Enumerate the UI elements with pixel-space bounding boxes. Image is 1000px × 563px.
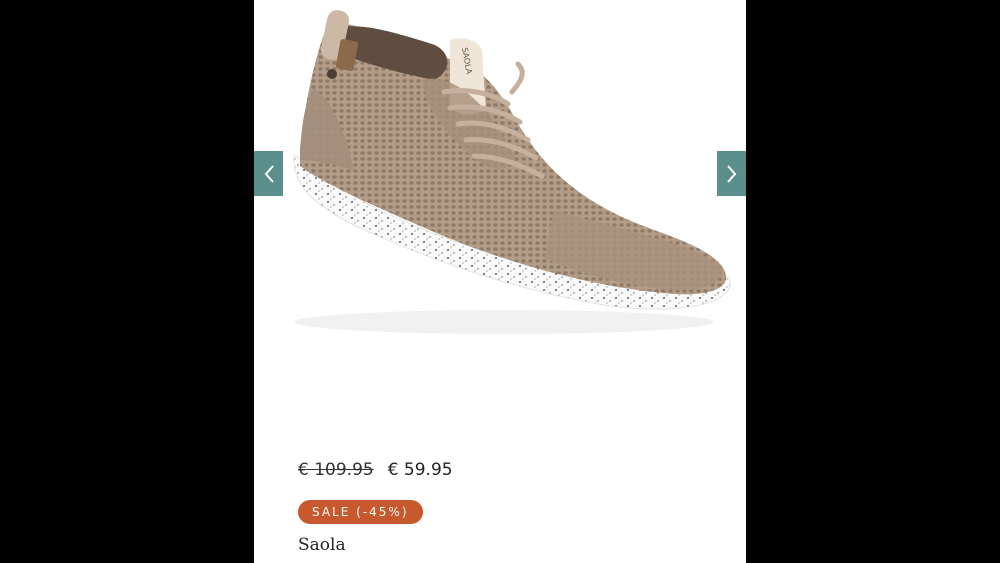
next-image-button[interactable]: [717, 151, 746, 196]
price-row: € 109.95 € 59.95: [298, 460, 453, 480]
sale-badge: SALE (-45%): [298, 500, 423, 524]
brand-name[interactable]: Saola: [298, 535, 346, 555]
previous-image-button[interactable]: [254, 151, 283, 196]
product-card[interactable]: SAOLA € 109.95 € 59.95 SALE (-45%) Saola: [254, 0, 746, 563]
product-image[interactable]: SAOLA: [254, 0, 746, 440]
chevron-right-icon: [726, 164, 738, 184]
sale-price: € 59.95: [387, 460, 453, 480]
shoe-illustration: SAOLA: [293, 10, 731, 334]
chevron-left-icon: [263, 164, 275, 184]
original-price: € 109.95: [298, 460, 374, 480]
